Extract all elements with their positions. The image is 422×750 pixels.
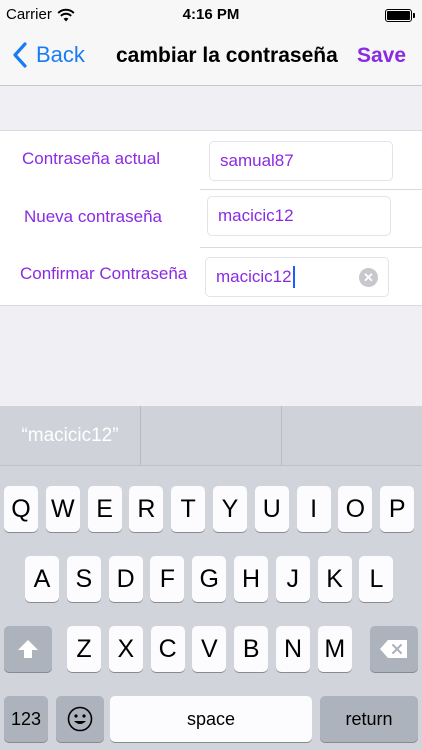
key-z[interactable]: Z	[67, 626, 101, 672]
confirm-password-field[interactable]: macicic12 ✕	[205, 257, 389, 297]
space-key[interactable]: space	[110, 696, 312, 742]
key-a[interactable]: A	[25, 556, 59, 602]
status-bar: Carrier 4:16 PM	[0, 0, 422, 30]
suggestion-cell-empty[interactable]	[282, 406, 422, 466]
status-time: 4:16 PM	[182, 6, 240, 23]
emoji-icon	[67, 706, 93, 732]
battery-icon	[385, 9, 415, 22]
current-password-row: Contraseña actual samual87	[0, 131, 422, 189]
key-g[interactable]: G	[192, 556, 227, 602]
navigation-bar: Back cambiar la contraseña Save	[0, 30, 422, 86]
key-t[interactable]: T	[171, 486, 206, 532]
shift-icon	[18, 640, 38, 658]
key-h[interactable]: H	[234, 556, 268, 602]
new-password-field[interactable]: macicic12	[207, 196, 391, 236]
key-i[interactable]: I	[296, 486, 331, 532]
suggestion-cell-empty[interactable]	[141, 406, 281, 466]
key-m[interactable]: M	[317, 626, 352, 672]
predictive-bar: “macicic12”	[0, 406, 422, 466]
password-form: Contraseña actual samual87 Nueva contras…	[0, 130, 422, 306]
back-button[interactable]: Back	[12, 42, 85, 68]
page-title: cambiar la contraseña	[116, 44, 338, 67]
current-password-field[interactable]: samual87	[209, 141, 393, 181]
confirm-password-label: Confirmar Contraseña	[20, 264, 188, 283]
emoji-key[interactable]	[56, 696, 104, 742]
key-w[interactable]: W	[45, 486, 80, 532]
current-password-label: Contraseña actual	[22, 149, 160, 168]
key-x[interactable]: X	[108, 626, 143, 672]
key-c[interactable]: C	[150, 626, 185, 672]
confirm-password-value: macicic12	[216, 267, 292, 286]
confirm-password-row: Confirmar Contraseña macicic12 ✕	[0, 247, 422, 305]
key-p[interactable]: P	[380, 486, 415, 532]
key-q[interactable]: Q	[4, 486, 38, 532]
new-password-value: macicic12	[218, 206, 294, 225]
text-cursor	[292, 266, 295, 288]
new-password-label: Nueva contraseña	[24, 207, 162, 226]
key-b[interactable]: B	[234, 626, 269, 672]
key-k[interactable]: K	[317, 556, 352, 602]
key-r[interactable]: R	[129, 486, 164, 532]
key-n[interactable]: N	[276, 626, 310, 672]
key-e[interactable]: E	[87, 486, 122, 532]
back-label: Back	[36, 42, 85, 67]
numbers-key[interactable]: 123	[4, 696, 48, 742]
key-j[interactable]: J	[275, 556, 310, 602]
key-d[interactable]: D	[108, 556, 143, 602]
shift-key[interactable]	[4, 626, 52, 672]
return-key[interactable]: return	[320, 696, 418, 742]
key-o[interactable]: O	[338, 486, 373, 532]
delete-key[interactable]	[370, 626, 418, 672]
save-button[interactable]: Save	[357, 44, 406, 68]
current-password-value: samual87	[220, 151, 294, 170]
delete-icon	[380, 640, 407, 658]
key-y[interactable]: Y	[213, 486, 247, 532]
keyboard: “macicic12” QWERTYUIOP ASDFGHJKL ZXCVBNM…	[0, 406, 422, 750]
key-s[interactable]: S	[66, 556, 101, 602]
suggestion-cell[interactable]: “macicic12”	[0, 406, 140, 466]
key-u[interactable]: U	[254, 486, 289, 532]
new-password-row: Nueva contraseña macicic12	[0, 189, 422, 247]
key-f[interactable]: F	[150, 556, 185, 602]
key-l[interactable]: L	[359, 556, 394, 602]
clear-icon[interactable]: ✕	[359, 268, 378, 287]
chevron-left-icon	[13, 42, 27, 68]
key-v[interactable]: V	[192, 626, 227, 672]
